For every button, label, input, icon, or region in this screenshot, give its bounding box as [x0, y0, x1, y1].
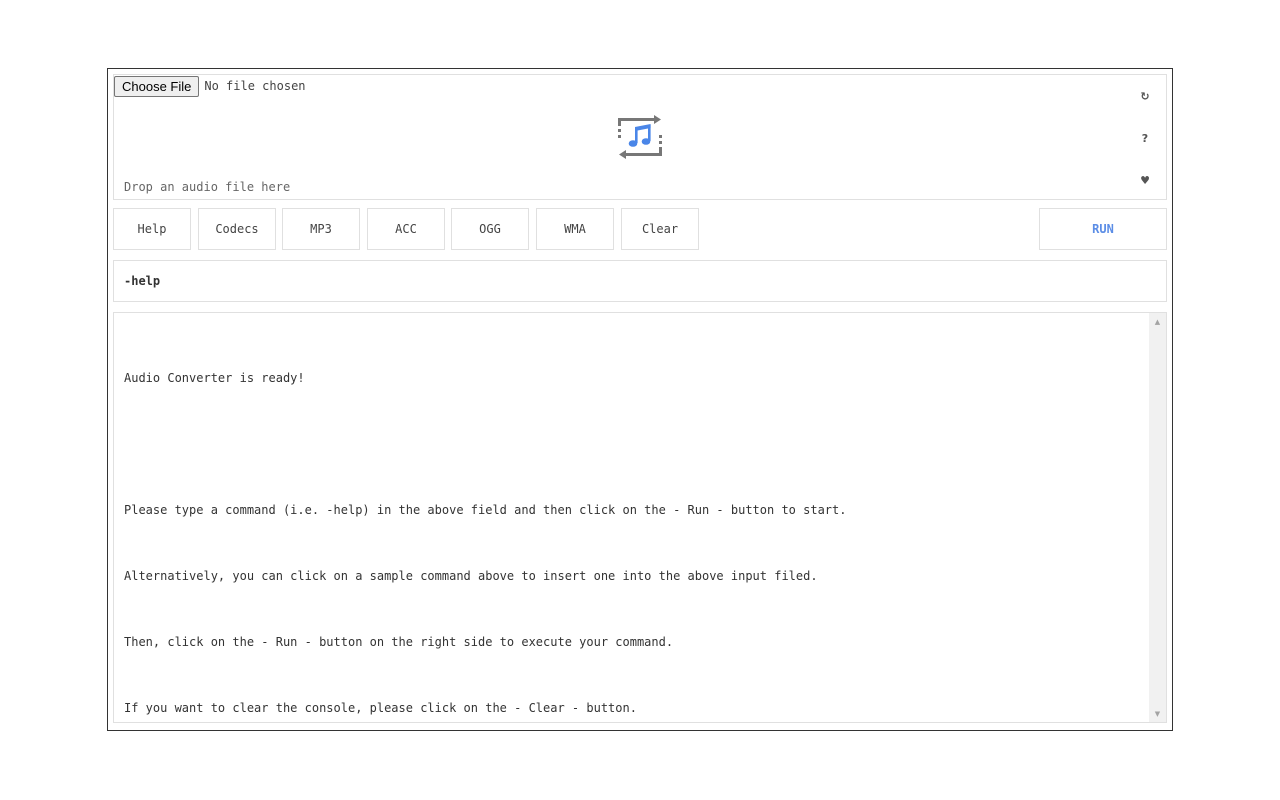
ogg-button[interactable]: OGG — [451, 208, 529, 250]
question-icon[interactable]: ? — [1138, 131, 1152, 145]
refresh-icon[interactable]: ↻ — [1138, 89, 1152, 103]
run-button[interactable]: RUN — [1039, 208, 1167, 250]
console-scrollbar[interactable]: ▲ ▼ — [1149, 313, 1166, 722]
console-output[interactable]: Audio Converter is ready! Please type a … — [113, 312, 1167, 723]
console-text: Audio Converter is ready! Please type a … — [124, 323, 1142, 763]
app-frame: Choose File No file chosen Drop an audio… — [107, 68, 1173, 731]
command-input[interactable] — [113, 260, 1167, 302]
choose-file-button[interactable]: Choose File — [114, 75, 200, 97]
wma-button[interactable]: WMA — [536, 208, 614, 250]
mp3-button[interactable]: MP3 — [282, 208, 360, 250]
scroll-down-icon[interactable]: ▼ — [1149, 705, 1166, 722]
acc-button[interactable]: ACC — [367, 208, 445, 250]
command-toolbar: Help Codecs MP3 ACC OGG WMA Clear RUN — [113, 208, 1167, 250]
console-line: Audio Converter is ready! — [124, 371, 305, 385]
drop-hint: Drop an audio file here — [124, 180, 291, 194]
heart-icon[interactable]: ♥ — [1138, 173, 1152, 187]
clear-button[interactable]: Clear — [621, 208, 699, 250]
file-status: No file chosen — [204, 79, 306, 93]
audio-convert-icon — [618, 115, 662, 159]
console-line: Please type a command (i.e. -help) in th… — [124, 503, 847, 517]
console-line: If you want to clear the console, please… — [124, 701, 637, 715]
codecs-button[interactable]: Codecs — [198, 208, 276, 250]
file-input[interactable]: Choose File No file chosen — [114, 75, 306, 97]
help-button[interactable]: Help — [113, 208, 191, 250]
drop-zone[interactable]: Choose File No file chosen Drop an audio… — [113, 74, 1167, 200]
scroll-up-icon[interactable]: ▲ — [1149, 313, 1166, 330]
side-icons: ↻ ? ♥ — [1138, 89, 1152, 189]
console-line: Alternatively, you can click on a sample… — [124, 569, 818, 583]
console-line: Then, click on the - Run - button on the… — [124, 635, 674, 649]
